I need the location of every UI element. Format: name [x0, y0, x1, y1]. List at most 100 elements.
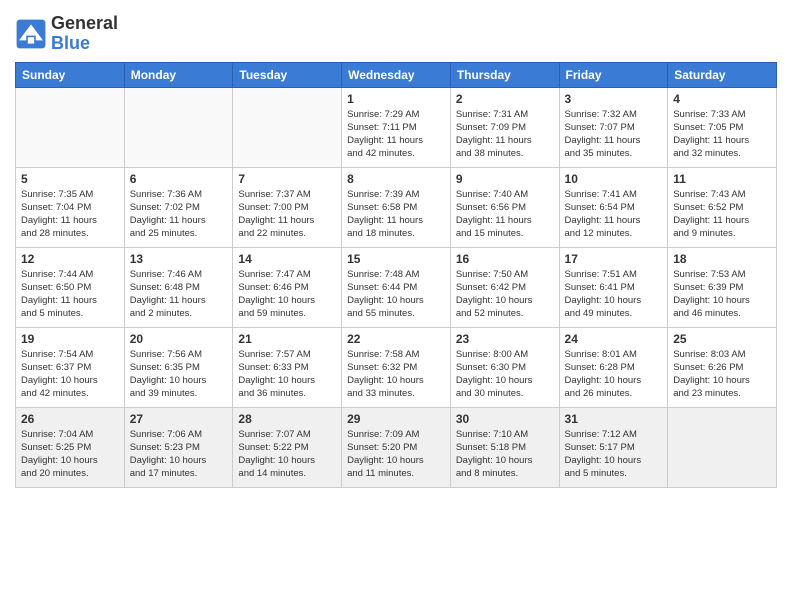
day-info: Sunrise: 7:33 AM Sunset: 7:05 PM Dayligh… [673, 108, 771, 161]
calendar-cell: 5 Sunrise: 7:35 AM Sunset: 7:04 PM Daylig… [16, 167, 125, 247]
day-info: Sunrise: 7:35 AM Sunset: 7:04 PM Dayligh… [21, 188, 119, 241]
calendar: SundayMondayTuesdayWednesdayThursdayFrid… [15, 62, 777, 488]
day-info: Sunrise: 7:46 AM Sunset: 6:48 PM Dayligh… [130, 268, 228, 321]
day-number: 9 [456, 172, 554, 186]
day-info: Sunrise: 7:47 AM Sunset: 6:46 PM Dayligh… [238, 268, 336, 321]
day-number: 12 [21, 252, 119, 266]
calendar-cell: 31Sunrise: 7:12 AM Sunset: 5:17 PM Dayli… [559, 407, 668, 487]
day-number: 26 [21, 412, 119, 426]
calendar-cell: 22 Sunrise: 7:58 AM Sunset: 6:32 PM Dayli… [342, 327, 451, 407]
day-number: 28 [238, 412, 336, 426]
logo-icon [15, 18, 47, 50]
calendar-cell: 10 Sunrise: 7:41 AM Sunset: 6:54 PM Dayli… [559, 167, 668, 247]
day-info: Sunrise: 7:37 AM Sunset: 7:00 PM Dayligh… [238, 188, 336, 241]
calendar-cell: 12Sunrise: 7:44 AM Sunset: 6:50 PM Dayli… [16, 247, 125, 327]
calendar-cell: 6 Sunrise: 7:36 AM Sunset: 7:02 PM Daylig… [124, 167, 233, 247]
day-number: 16 [456, 252, 554, 266]
weekday-saturday: Saturday [668, 62, 777, 87]
logo-text: GeneralBlue [51, 14, 118, 54]
day-info: Sunrise: 7:53 AM Sunset: 6:39 PM Dayligh… [673, 268, 771, 321]
calendar-cell: 8Sunrise: 7:39 AM Sunset: 6:58 PM Daylig… [342, 167, 451, 247]
calendar-cell: 25 Sunrise: 8:03 AM Sunset: 6:26 PM Dayli… [668, 327, 777, 407]
weekday-wednesday: Wednesday [342, 62, 451, 87]
day-info: Sunrise: 7:58 AM Sunset: 6:32 PM Dayligh… [347, 348, 445, 401]
calendar-cell: 21 Sunrise: 7:57 AM Sunset: 6:33 PM Dayli… [233, 327, 342, 407]
calendar-cell: 17 Sunrise: 7:51 AM Sunset: 6:41 PM Dayli… [559, 247, 668, 327]
day-number: 24 [565, 332, 663, 346]
day-number: 7 [238, 172, 336, 186]
day-number: 3 [565, 92, 663, 106]
day-number: 2 [456, 92, 554, 106]
calendar-cell: 26 Sunrise: 7:04 AM Sunset: 5:25 PM Dayli… [16, 407, 125, 487]
day-info: Sunrise: 7:32 AM Sunset: 7:07 PM Dayligh… [565, 108, 663, 161]
calendar-cell: 20 Sunrise: 7:56 AM Sunset: 6:35 PM Dayli… [124, 327, 233, 407]
weekday-header-row: SundayMondayTuesdayWednesdayThursdayFrid… [16, 62, 777, 87]
weekday-monday: Monday [124, 62, 233, 87]
week-row-4: 19Sunrise: 7:54 AM Sunset: 6:37 PM Dayli… [16, 327, 777, 407]
day-number: 29 [347, 412, 445, 426]
day-info: Sunrise: 8:03 AM Sunset: 6:26 PM Dayligh… [673, 348, 771, 401]
day-number: 25 [673, 332, 771, 346]
day-number: 11 [673, 172, 771, 186]
day-number: 5 [21, 172, 119, 186]
calendar-cell: 27 Sunrise: 7:06 AM Sunset: 5:23 PM Dayli… [124, 407, 233, 487]
day-number: 4 [673, 92, 771, 106]
day-number: 22 [347, 332, 445, 346]
calendar-cell: 30Sunrise: 7:10 AM Sunset: 5:18 PM Dayli… [450, 407, 559, 487]
day-info: Sunrise: 7:09 AM Sunset: 5:20 PM Dayligh… [347, 428, 445, 481]
day-number: 10 [565, 172, 663, 186]
weekday-tuesday: Tuesday [233, 62, 342, 87]
calendar-cell: 4 Sunrise: 7:33 AM Sunset: 7:05 PM Daylig… [668, 87, 777, 167]
day-info: Sunrise: 7:36 AM Sunset: 7:02 PM Dayligh… [130, 188, 228, 241]
day-info: Sunrise: 7:31 AM Sunset: 7:09 PM Dayligh… [456, 108, 554, 161]
day-number: 21 [238, 332, 336, 346]
calendar-cell: 16 Sunrise: 7:50 AM Sunset: 6:42 PM Dayli… [450, 247, 559, 327]
calendar-cell: 28 Sunrise: 7:07 AM Sunset: 5:22 PM Dayli… [233, 407, 342, 487]
calendar-cell: 29 Sunrise: 7:09 AM Sunset: 5:20 PM Dayli… [342, 407, 451, 487]
day-info: Sunrise: 7:43 AM Sunset: 6:52 PM Dayligh… [673, 188, 771, 241]
day-number: 31 [565, 412, 663, 426]
calendar-cell: 15Sunrise: 7:48 AM Sunset: 6:44 PM Dayli… [342, 247, 451, 327]
day-number: 14 [238, 252, 336, 266]
week-row-2: 5 Sunrise: 7:35 AM Sunset: 7:04 PM Daylig… [16, 167, 777, 247]
calendar-cell: 23 Sunrise: 8:00 AM Sunset: 6:30 PM Dayli… [450, 327, 559, 407]
day-number: 19 [21, 332, 119, 346]
week-row-5: 26 Sunrise: 7:04 AM Sunset: 5:25 PM Dayli… [16, 407, 777, 487]
week-row-3: 12Sunrise: 7:44 AM Sunset: 6:50 PM Dayli… [16, 247, 777, 327]
day-info: Sunrise: 7:07 AM Sunset: 5:22 PM Dayligh… [238, 428, 336, 481]
day-info: Sunrise: 7:29 AM Sunset: 7:11 PM Dayligh… [347, 108, 445, 161]
calendar-cell: 9 Sunrise: 7:40 AM Sunset: 6:56 PM Daylig… [450, 167, 559, 247]
day-number: 13 [130, 252, 228, 266]
calendar-cell: 19Sunrise: 7:54 AM Sunset: 6:37 PM Dayli… [16, 327, 125, 407]
week-row-1: 1Sunrise: 7:29 AM Sunset: 7:11 PM Daylig… [16, 87, 777, 167]
calendar-cell: 24 Sunrise: 8:01 AM Sunset: 6:28 PM Dayli… [559, 327, 668, 407]
calendar-cell: 14 Sunrise: 7:47 AM Sunset: 6:46 PM Dayli… [233, 247, 342, 327]
header: GeneralBlue [15, 10, 777, 54]
day-info: Sunrise: 7:56 AM Sunset: 6:35 PM Dayligh… [130, 348, 228, 401]
calendar-cell [668, 407, 777, 487]
calendar-cell: 2 Sunrise: 7:31 AM Sunset: 7:09 PM Daylig… [450, 87, 559, 167]
day-number: 23 [456, 332, 554, 346]
day-info: Sunrise: 7:50 AM Sunset: 6:42 PM Dayligh… [456, 268, 554, 321]
day-number: 20 [130, 332, 228, 346]
day-info: Sunrise: 8:00 AM Sunset: 6:30 PM Dayligh… [456, 348, 554, 401]
day-number: 6 [130, 172, 228, 186]
weekday-thursday: Thursday [450, 62, 559, 87]
day-number: 27 [130, 412, 228, 426]
day-info: Sunrise: 7:04 AM Sunset: 5:25 PM Dayligh… [21, 428, 119, 481]
day-number: 17 [565, 252, 663, 266]
day-info: Sunrise: 7:06 AM Sunset: 5:23 PM Dayligh… [130, 428, 228, 481]
calendar-cell [233, 87, 342, 167]
logo: GeneralBlue [15, 14, 118, 54]
day-info: Sunrise: 8:01 AM Sunset: 6:28 PM Dayligh… [565, 348, 663, 401]
day-number: 15 [347, 252, 445, 266]
day-info: Sunrise: 7:40 AM Sunset: 6:56 PM Dayligh… [456, 188, 554, 241]
calendar-cell: 3 Sunrise: 7:32 AM Sunset: 7:07 PM Daylig… [559, 87, 668, 167]
day-info: Sunrise: 7:41 AM Sunset: 6:54 PM Dayligh… [565, 188, 663, 241]
day-number: 18 [673, 252, 771, 266]
day-info: Sunrise: 7:51 AM Sunset: 6:41 PM Dayligh… [565, 268, 663, 321]
day-number: 8 [347, 172, 445, 186]
calendar-cell [16, 87, 125, 167]
weekday-friday: Friday [559, 62, 668, 87]
day-info: Sunrise: 7:57 AM Sunset: 6:33 PM Dayligh… [238, 348, 336, 401]
